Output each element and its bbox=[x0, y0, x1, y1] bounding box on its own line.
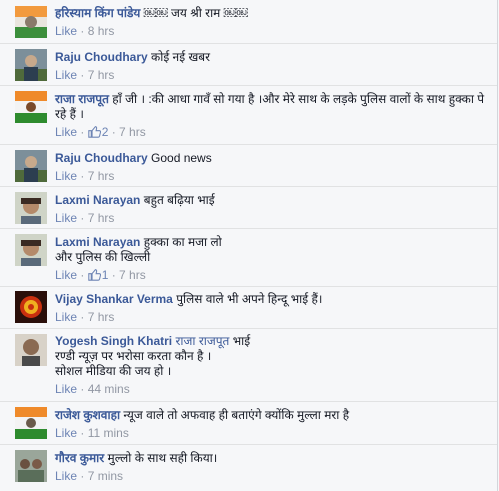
comment-meta: Like · 44 mins bbox=[55, 382, 130, 396]
comment-text: कोई नई खबर bbox=[147, 50, 211, 64]
comment-item: हरिस्याम किंग पांडेय ￼￼ जय श्री राम ￼￼ L… bbox=[0, 0, 497, 44]
comment-text-line: और पुलिस की खिल्ली bbox=[55, 250, 151, 264]
comment-timestamp[interactable]: 7 hrs bbox=[88, 310, 115, 324]
comment-timestamp[interactable]: 7 hrs bbox=[88, 68, 115, 82]
avatar[interactable] bbox=[15, 334, 47, 366]
comment-text: मुल्लो के साथ सही किया। bbox=[104, 451, 218, 465]
like-link[interactable]: Like bbox=[55, 469, 77, 483]
comment-author[interactable]: Raju Choudhary bbox=[55, 50, 148, 64]
comment-item: Raju Choudhary Good news Like · 7 hrs bbox=[0, 145, 497, 187]
like-link[interactable]: Like bbox=[55, 382, 77, 396]
like-link[interactable]: Like bbox=[55, 268, 77, 282]
comment-text: ￼￼ जय श्री राम ￼￼ bbox=[140, 6, 248, 20]
comment-text: न्यूज वाले तो अफवाह ही बताएंगे क्योंकि म… bbox=[120, 408, 350, 422]
comment-item: Laxmi Narayan हुक्का का मजा लो और पुलिस … bbox=[0, 229, 497, 287]
avatar[interactable] bbox=[15, 450, 47, 482]
like-link[interactable]: Like bbox=[55, 125, 77, 139]
comment-meta: Like · 8 hrs bbox=[55, 24, 115, 38]
comment-meta: Like · 7 hrs bbox=[55, 169, 115, 183]
comment-item: Laxmi Narayan बहुत बढ़िया भाई Like · 7 h… bbox=[0, 187, 497, 229]
comment-text: पुलिस वाले भी अपने हिन्दू भाई हैं। bbox=[172, 292, 323, 306]
comment-meta: Like · 1 · 7 hrs bbox=[55, 268, 146, 282]
comment-text: भाई bbox=[229, 334, 251, 348]
like-link[interactable]: Like bbox=[55, 24, 77, 38]
like-link[interactable]: Like bbox=[55, 426, 77, 440]
comment-meta: Like · 7 hrs bbox=[55, 68, 115, 82]
avatar[interactable] bbox=[15, 91, 47, 123]
avatar[interactable] bbox=[15, 49, 47, 81]
comment-author[interactable]: Raju Choudhary bbox=[55, 151, 148, 165]
comment-timestamp[interactable]: 7 hrs bbox=[119, 125, 146, 139]
comment-text: हुक्का का मजा लो bbox=[140, 235, 222, 249]
comment-timestamp[interactable]: 7 hrs bbox=[88, 211, 115, 225]
comment-timestamp[interactable]: 7 mins bbox=[88, 469, 123, 483]
like-link[interactable]: Like bbox=[55, 169, 77, 183]
comment-item: राजेश कुशवाहा न्यूज वाले तो अफवाह ही बता… bbox=[0, 402, 497, 445]
comment-timestamp[interactable]: 8 hrs bbox=[88, 24, 115, 38]
comment-author[interactable]: गौरव कुमार bbox=[55, 451, 104, 465]
mentioned-user[interactable]: राजा राजपूत bbox=[172, 334, 229, 348]
comment-author[interactable]: Laxmi Narayan bbox=[55, 235, 140, 249]
comment-item: Yogesh Singh Khatri राजा राजपूत भाई रण्ड… bbox=[0, 329, 497, 402]
avatar[interactable] bbox=[15, 6, 47, 38]
comment-item: Vijay Shankar Verma पुलिस वाले भी अपने ह… bbox=[0, 287, 497, 329]
comment-timestamp[interactable]: 7 hrs bbox=[88, 169, 115, 183]
comment-meta: Like · 7 hrs bbox=[55, 310, 115, 324]
comment-meta: Like · 2 · 7 hrs bbox=[55, 125, 146, 139]
comment-text: Good news bbox=[147, 151, 212, 165]
comment-item: गौरव कुमार मुल्लो के साथ सही किया। Like … bbox=[0, 445, 497, 491]
comment-text-line: सोशल मीडिया की जय हो । bbox=[55, 364, 172, 378]
comment-item: राजा राजपूत हाँ जी । :की आधा गावँ सो गया… bbox=[0, 86, 497, 145]
comment-timestamp[interactable]: 44 mins bbox=[88, 382, 130, 396]
comment-meta: Like · 11 mins bbox=[55, 426, 129, 440]
comment-author[interactable]: Laxmi Narayan bbox=[55, 193, 140, 207]
comment-text: बहुत बढ़िया भाई bbox=[140, 193, 215, 207]
likes-count[interactable]: 2 bbox=[87, 125, 108, 139]
comment-meta: Like · 7 mins bbox=[55, 469, 124, 483]
like-link[interactable]: Like bbox=[55, 68, 77, 82]
avatar[interactable] bbox=[15, 234, 47, 266]
comment-item: Raju Choudhary कोई नई खबर Like · 7 hrs bbox=[0, 44, 497, 86]
avatar[interactable] bbox=[15, 150, 47, 182]
comment-author[interactable]: हरिस्याम किंग पांडेय bbox=[55, 6, 140, 20]
comment-text-line: रण्डी न्यूज़ पर भरोसा करता कौन है । bbox=[55, 349, 212, 363]
comment-author[interactable]: Vijay Shankar Verma bbox=[55, 292, 173, 306]
comment-timestamp[interactable]: 7 hrs bbox=[119, 268, 146, 282]
comment-author[interactable]: राजा राजपूत bbox=[55, 92, 109, 106]
comment-timestamp[interactable]: 11 mins bbox=[88, 426, 129, 440]
comment-meta: Like · 7 hrs bbox=[55, 211, 115, 225]
avatar[interactable] bbox=[15, 291, 47, 323]
like-link[interactable]: Like bbox=[55, 211, 77, 225]
like-link[interactable]: Like bbox=[55, 310, 77, 324]
comments-panel: हरिस्याम किंग पांडेय ￼￼ जय श्री राम ￼￼ L… bbox=[0, 0, 498, 491]
avatar[interactable] bbox=[15, 192, 47, 224]
comment-text: हाँ जी । :की आधा गावँ सो गया है ।और मेरे… bbox=[55, 92, 485, 121]
comment-author[interactable]: Yogesh Singh Khatri bbox=[55, 334, 172, 348]
thumbs-up-icon bbox=[87, 126, 101, 138]
comment-author[interactable]: राजेश कुशवाहा bbox=[55, 408, 120, 422]
avatar[interactable] bbox=[15, 407, 47, 439]
likes-count[interactable]: 1 bbox=[87, 268, 108, 282]
thumbs-up-icon bbox=[87, 269, 101, 281]
